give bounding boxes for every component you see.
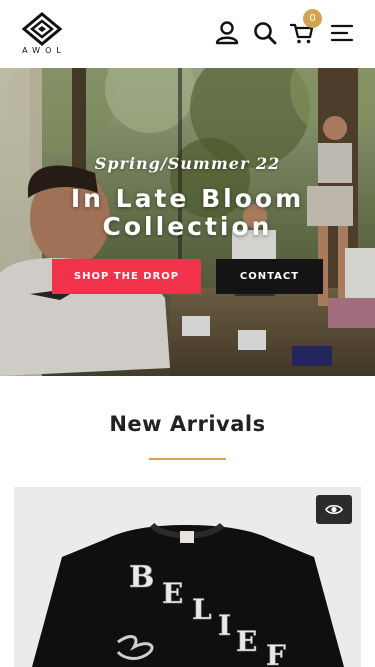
hero-title: In Late Bloom Collection [0,185,375,241]
eye-icon [325,504,343,515]
svg-text:E: E [162,577,183,610]
site-header: AWOL 0 [0,0,375,68]
logo-wordmark: AWOL [22,46,66,55]
svg-text:F: F [266,639,286,667]
hero-subtitle: Spring/Summer 22 [94,154,281,173]
brand-logo[interactable]: AWOL [18,12,66,56]
product-photo: B E L I E F [14,487,361,667]
svg-text:L: L [192,593,212,626]
contact-button[interactable]: CONTACT [216,259,323,294]
logo-mark-icon [21,12,63,46]
svg-text:E: E [236,625,257,658]
search-button[interactable] [252,20,278,46]
product-card-image[interactable]: B E L I E F [14,487,361,667]
svg-text:B: B [129,560,154,595]
title-divider [149,458,226,460]
search-icon [254,22,277,45]
cart-count-badge: 0 [303,9,322,28]
menu-button[interactable] [329,20,355,46]
section-title-new-arrivals: New Arrivals [109,412,266,436]
hero-title-line-2: Collection [102,212,273,241]
quick-view-button[interactable] [316,495,352,524]
menu-icon [330,24,354,42]
shop-the-drop-button[interactable]: SHOP THE DROP [52,259,201,294]
account-icon [215,21,239,45]
svg-text:I: I [218,609,231,642]
hero-banner: Spring/Summer 22 In Late Bloom Collectio… [0,68,375,376]
account-button[interactable] [214,20,240,46]
hero-title-line-1: In Late Bloom [70,184,305,213]
